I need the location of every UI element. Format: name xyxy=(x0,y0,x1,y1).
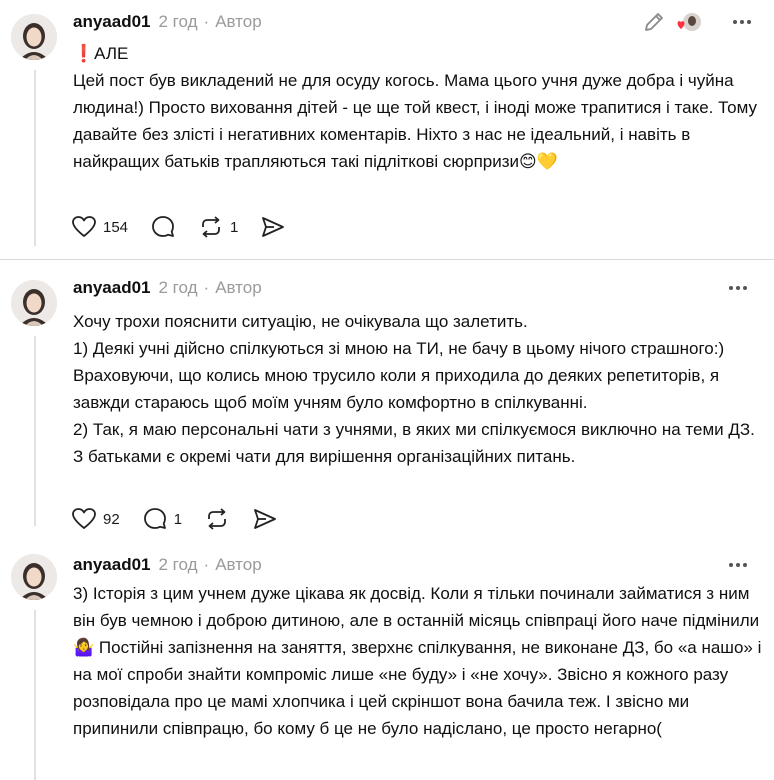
reply-button[interactable] xyxy=(150,214,176,240)
share-button[interactable] xyxy=(252,506,278,532)
timestamp: 2 год xyxy=(158,278,198,297)
post-top-right xyxy=(642,10,754,34)
post-meta: 2 год · Автор xyxy=(158,12,262,31)
post-3: anyaad01 2 год · Автор 3) Історія з цим уч… xyxy=(0,540,774,780)
avatar[interactable] xyxy=(11,554,57,600)
post-paragraph: 1) Деякі учні дійсно спілкуються зі мною… xyxy=(73,339,725,412)
heart-icon xyxy=(72,216,96,237)
post-body: Хочу трохи пояснити ситуацію, не очікува… xyxy=(73,308,763,470)
post-paragraph: 2) Так, я маю персональні чати з учнями,… xyxy=(73,420,755,466)
repost-button[interactable]: 1 xyxy=(198,214,238,240)
comment-icon xyxy=(143,508,166,529)
post-header: anyaad01 2 год · Автор xyxy=(73,276,262,300)
post-meta: 2 год · Автор xyxy=(158,278,262,297)
liked-by-avatar-icon[interactable] xyxy=(676,10,702,34)
post-body: 3) Історія з цим учнем дуже цікава як до… xyxy=(73,580,763,742)
reply-count: 1 xyxy=(173,510,183,528)
post-header: anyaad01 2 год · Автор xyxy=(73,553,262,577)
author-badge: Автор xyxy=(215,12,262,31)
like-count: 154 xyxy=(103,218,129,236)
username[interactable]: anyaad01 xyxy=(73,278,151,298)
post-header: anyaad01 2 год · Автор xyxy=(73,10,262,34)
heart-icon xyxy=(72,508,96,529)
more-dots-icon[interactable] xyxy=(726,553,750,577)
author-badge: Автор xyxy=(215,555,262,574)
username[interactable]: anyaad01 xyxy=(73,555,151,575)
post-actions: 154 1 xyxy=(71,212,308,242)
repost-icon xyxy=(208,508,226,530)
post-top-right xyxy=(726,553,750,577)
reply-button[interactable]: 1 xyxy=(142,506,182,532)
repost-icon xyxy=(202,216,220,238)
post-paragraph: ❗АЛЕ xyxy=(73,44,129,63)
avatar[interactable] xyxy=(11,14,57,60)
post-1: anyaad01 2 год · Автор ❗АЛЕ Цей пост був в… xyxy=(0,0,774,258)
thread-line xyxy=(34,610,36,780)
like-button[interactable]: 92 xyxy=(71,506,120,532)
repost-count: 1 xyxy=(230,218,239,236)
post-paragraph: Цей пост був викладений не для осуду ког… xyxy=(73,71,757,171)
post-paragraph: 3) Історія з цим учнем дуже цікава як до… xyxy=(73,584,762,738)
post-2: anyaad01 2 год · Автор Хочу трохи пояснити… xyxy=(0,260,774,530)
post-body: ❗АЛЕ Цей пост був викладений не для осуд… xyxy=(73,40,763,175)
author-badge: Автор xyxy=(215,278,262,297)
repost-button[interactable] xyxy=(204,506,230,532)
avatar[interactable] xyxy=(11,280,57,326)
username[interactable]: anyaad01 xyxy=(73,12,151,32)
post-paragraph: Хочу трохи пояснити ситуацію, не очікува… xyxy=(73,312,528,331)
timestamp: 2 год xyxy=(158,555,198,574)
like-count: 92 xyxy=(103,510,120,528)
post-meta: 2 год · Автор xyxy=(158,555,262,574)
more-dots-icon[interactable] xyxy=(730,10,754,34)
post-top-right xyxy=(726,276,750,300)
comment-icon xyxy=(152,216,174,237)
like-button[interactable]: 154 xyxy=(71,214,128,240)
post-actions: 92 1 xyxy=(71,504,300,534)
send-icon xyxy=(262,217,285,237)
pencil-icon[interactable] xyxy=(642,10,666,34)
timestamp: 2 год xyxy=(158,12,198,31)
thread-line xyxy=(34,336,36,526)
thread-line xyxy=(34,70,36,246)
more-dots-icon[interactable] xyxy=(726,276,750,300)
share-button[interactable] xyxy=(260,214,286,240)
send-icon xyxy=(254,509,276,529)
